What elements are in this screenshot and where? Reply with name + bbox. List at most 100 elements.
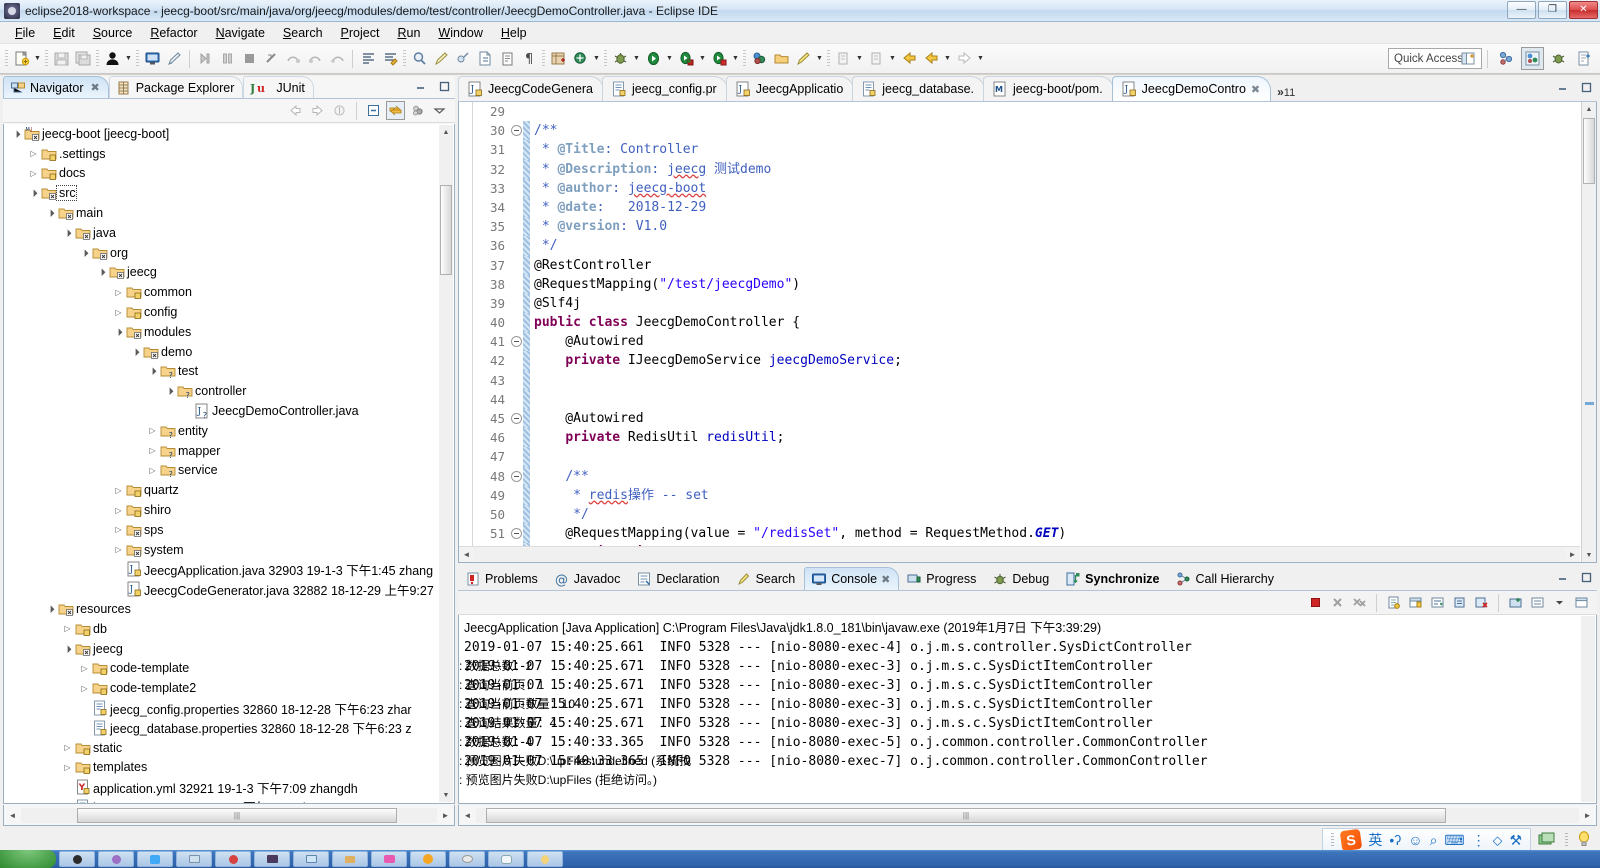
scroll-thumb[interactable] xyxy=(440,185,452,275)
debug-bug-icon[interactable] xyxy=(609,48,631,70)
scroll-left-icon[interactable]: ◄ xyxy=(459,811,476,820)
code-line[interactable]: /** xyxy=(534,121,1581,140)
tree-down-arrow-icon[interactable]: ◢ xyxy=(26,186,41,201)
mark-occurrences-icon[interactable] xyxy=(452,48,474,70)
run-dropdown-icon[interactable]: ▼ xyxy=(664,48,675,70)
marker-pen-dropdown-icon[interactable]: ▼ xyxy=(814,48,825,70)
console-tab-search[interactable]: Search xyxy=(729,567,805,590)
tree-item[interactable]: ◢MJjeecg-boot [jeecg-boot] xyxy=(4,124,454,144)
close-icon[interactable]: ✖ xyxy=(91,81,100,94)
tray-grip[interactable] xyxy=(1565,833,1568,847)
person-icon[interactable] xyxy=(101,48,123,70)
tree-right-arrow-icon[interactable]: ▷ xyxy=(27,169,40,178)
editor-folding-bar[interactable] xyxy=(511,102,523,562)
tree-down-arrow-icon[interactable]: ◢ xyxy=(43,206,58,221)
tree-right-arrow-icon[interactable]: ▷ xyxy=(146,466,159,475)
scroll-right-icon[interactable]: ► xyxy=(437,811,454,820)
menu-item-source[interactable]: Source xyxy=(84,23,142,43)
toolbar-grip[interactable] xyxy=(403,50,406,68)
open-task-icon[interactable] xyxy=(379,48,401,70)
fold-toggle-icon[interactable] xyxy=(511,467,523,486)
editor-overview-ruler[interactable]: ▲ ▼ xyxy=(1581,102,1596,562)
editor-tab-jeecgapplicatio[interactable]: JJeecgApplicatio xyxy=(726,76,855,101)
run-configurations-icon[interactable] xyxy=(708,48,730,70)
search-icon[interactable] xyxy=(408,48,430,70)
previous-annotation-dropdown-icon[interactable]: ▼ xyxy=(887,48,898,70)
save-icon[interactable] xyxy=(50,48,72,70)
tree-down-arrow-icon[interactable]: ◢ xyxy=(9,126,24,141)
menu-item-navigate[interactable]: Navigate xyxy=(207,23,274,43)
close-icon[interactable]: ✖ xyxy=(881,573,890,586)
editor-horizontal-scrollbar[interactable]: ◄ ► xyxy=(459,546,1580,562)
maximize-console-icon[interactable] xyxy=(1579,570,1593,584)
tree-down-arrow-icon[interactable]: ◢ xyxy=(162,384,177,399)
tree-item[interactable]: Yapplication.yml 32921 19-1-3 下午7:09 zha… xyxy=(4,777,454,797)
word-wrap-icon[interactable] xyxy=(1428,593,1447,612)
editor-tab-jeecg-config-pr[interactable]: jeecg_config.pr xyxy=(602,76,728,101)
maximize-view-icon[interactable] xyxy=(437,79,451,93)
taskbar-item[interactable] xyxy=(254,851,290,867)
console-tab-progress[interactable]: Progress xyxy=(899,567,985,590)
tree-down-arrow-icon[interactable]: ◢ xyxy=(43,602,58,617)
menu-item-run[interactable]: Run xyxy=(388,23,429,43)
tree-down-arrow-icon[interactable]: ◢ xyxy=(60,641,75,656)
scroll-down-icon[interactable]: ▼ xyxy=(439,788,453,802)
filters-icon[interactable] xyxy=(408,101,427,120)
code-line[interactable]: private RedisUtil redisUtil; xyxy=(534,428,1581,447)
person-dropdown-icon[interactable]: ▼ xyxy=(123,48,134,70)
close-button[interactable]: ✕ xyxy=(1569,1,1598,19)
console-tab-synchronize[interactable]: Synchronize xyxy=(1058,567,1168,590)
run-config-dropdown-icon[interactable]: ▼ xyxy=(730,48,741,70)
back-icon[interactable] xyxy=(920,48,942,70)
editor-tab-jeecg-database-[interactable]: jeecg_database. xyxy=(852,76,985,101)
editor-marker-bar[interactable] xyxy=(459,102,473,562)
tree-item[interactable]: ◢src xyxy=(4,183,454,203)
new-java-project-icon[interactable] xyxy=(547,48,569,70)
tree-item[interactable]: ◢demo xyxy=(4,342,454,362)
tree-item[interactable]: ▷code-template xyxy=(4,659,454,679)
console-open-view-icon[interactable] xyxy=(1572,593,1591,612)
editor-source-code[interactable]: /** * @Title: Controller * @Description:… xyxy=(530,102,1581,562)
code-line[interactable]: @Slf4j xyxy=(534,294,1581,313)
tree-right-arrow-icon[interactable]: ▷ xyxy=(61,624,74,633)
menu-item-window[interactable]: Window xyxy=(429,23,491,43)
tree-item[interactable]: ▷system xyxy=(4,540,454,560)
tree-right-arrow-icon[interactable]: ▷ xyxy=(112,288,125,297)
console-tab-javadoc[interactable]: @Javadoc xyxy=(547,567,630,590)
scroll-right-icon[interactable]: ► xyxy=(1579,811,1596,820)
scroll-right-icon[interactable]: ► xyxy=(1565,550,1580,559)
debug-perspective-button[interactable] xyxy=(1547,47,1570,70)
tree-right-arrow-icon[interactable]: ▷ xyxy=(61,743,74,752)
scroll-thumb[interactable]: ||| xyxy=(486,808,1446,823)
taskbar-item[interactable] xyxy=(410,851,446,867)
toolbar-grip[interactable] xyxy=(604,50,607,68)
taskbar-item[interactable] xyxy=(59,851,95,867)
format-icon[interactable] xyxy=(357,48,379,70)
console-tab-problems[interactable]: Problems xyxy=(458,567,547,590)
ime-language-icon[interactable]: 英 xyxy=(1368,830,1382,850)
code-line[interactable]: */ xyxy=(534,236,1581,255)
minimize-console-icon[interactable] xyxy=(1555,570,1569,584)
tree-down-arrow-icon[interactable]: ◢ xyxy=(77,245,92,260)
tree-right-arrow-icon[interactable]: ▷ xyxy=(146,446,159,455)
tree-down-arrow-icon[interactable]: ◢ xyxy=(128,344,143,359)
tree-right-arrow-icon[interactable]: ▷ xyxy=(78,684,91,693)
code-line[interactable]: * @Title: Controller xyxy=(534,140,1581,159)
open-folder-icon[interactable] xyxy=(770,48,792,70)
ime-punctuation-icon[interactable]: •ʔ xyxy=(1389,832,1401,848)
minimize-editor-icon[interactable] xyxy=(1555,80,1569,94)
save-all-icon[interactable] xyxy=(72,48,94,70)
maximize-button[interactable]: ❐ xyxy=(1538,1,1567,19)
scroll-up-icon[interactable]: ▲ xyxy=(1582,102,1596,116)
scroll-down-icon[interactable]: ▼ xyxy=(1582,548,1596,562)
taskbar-item[interactable] xyxy=(488,851,524,867)
tree-item[interactable]: ◢?test xyxy=(4,362,454,382)
tree-item[interactable]: ◢main xyxy=(4,203,454,223)
fold-toggle-icon[interactable] xyxy=(511,121,523,140)
new-wizard-icon[interactable] xyxy=(10,48,32,70)
tree-item[interactable]: ▷sps xyxy=(4,520,454,540)
scroll-thumb[interactable]: ||| xyxy=(77,808,397,823)
tree-item[interactable]: ▷templates xyxy=(4,758,454,778)
code-line[interactable]: * @Description: jeecg 测试demo xyxy=(534,160,1581,179)
toolbar-grip[interactable] xyxy=(45,50,48,68)
